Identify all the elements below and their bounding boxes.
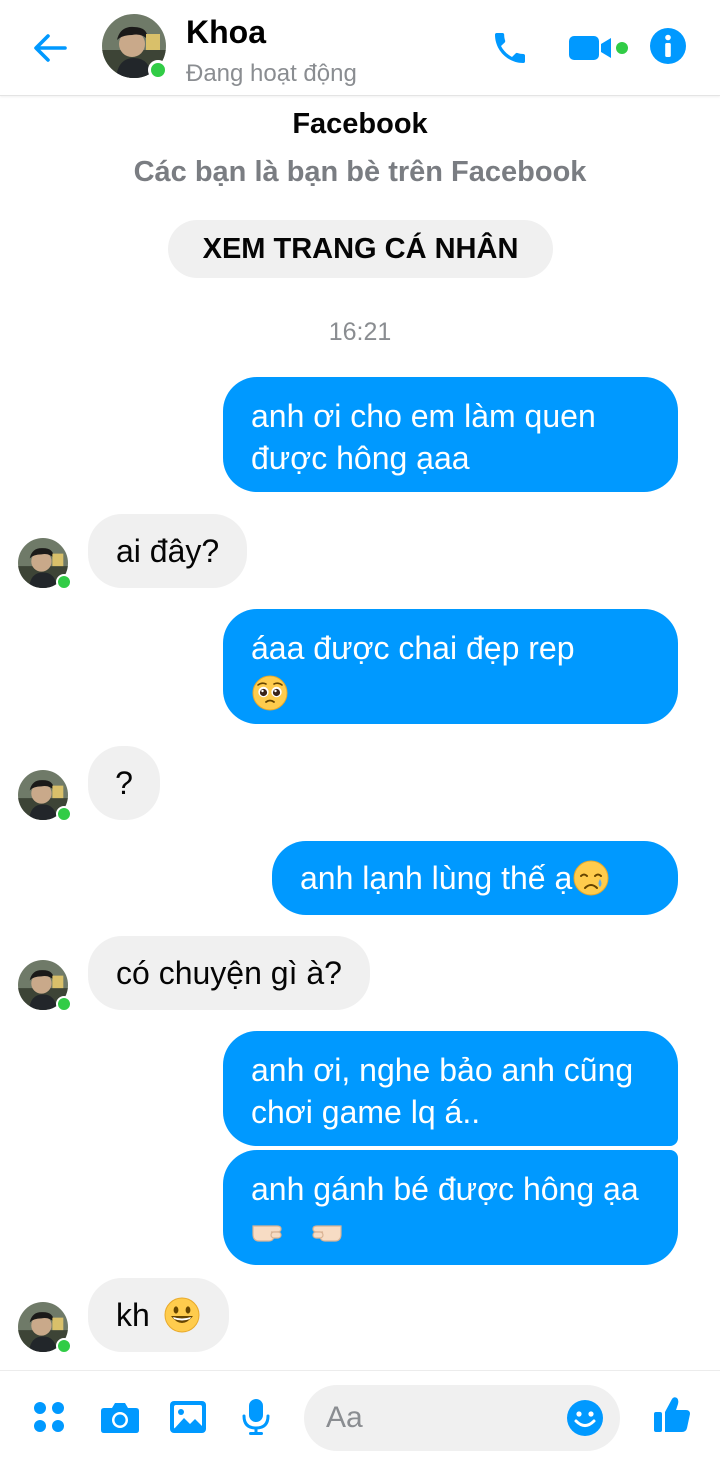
- message-text: ai đây?: [116, 533, 220, 569]
- four-dots-icon: [34, 1402, 64, 1432]
- messenger-chat-screen: Khoa Đang hoạt động Facebook Các bạn là …: [0, 0, 720, 1461]
- online-indicator: [56, 806, 72, 822]
- gallery-button[interactable]: [164, 1393, 212, 1441]
- online-indicator: [56, 574, 72, 590]
- message-text: anh gánh bé được hông ạa: [251, 1171, 639, 1207]
- view-profile-button[interactable]: XEM TRANG CÁ NHÂN: [168, 220, 553, 278]
- message-text: kh: [116, 1297, 150, 1333]
- arrow-left-icon: [34, 34, 67, 62]
- voice-record-button[interactable]: [232, 1393, 280, 1441]
- message-text: anh ơi cho em làm quen được hông ạaa: [251, 398, 596, 476]
- online-indicator: [56, 1338, 72, 1354]
- contact-name[interactable]: Khoa: [186, 14, 266, 51]
- message-text: anh ơi, nghe bảo anh cũng chơi game lq á…: [251, 1052, 634, 1130]
- message-bubble-incoming[interactable]: kh: [88, 1278, 229, 1352]
- image-icon: [170, 1401, 206, 1433]
- online-indicator: [148, 60, 168, 80]
- pleading-face-emoji-icon: [252, 675, 288, 711]
- message-text: áaa được chai đẹp rep: [251, 630, 575, 666]
- message-bubble-incoming[interactable]: ai đây?: [88, 514, 248, 588]
- phone-icon: [495, 33, 525, 63]
- intro-subtitle: Các bạn là bạn bè trên Facebook: [133, 156, 587, 188]
- message-bubble-incoming[interactable]: có chuyện gì à?: [88, 936, 370, 1010]
- message-bubble-outgoing[interactable]: anh ơi, nghe bảo anh cũng chơi game lq á…: [223, 1031, 678, 1146]
- thumbs-up-icon: [654, 1397, 690, 1432]
- message-bubble-incoming[interactable]: ?: [88, 746, 160, 820]
- crying-face-emoji-icon: [573, 860, 609, 896]
- message-bubble-outgoing[interactable]: anh ơi cho em làm quen được hông ạaa: [223, 377, 678, 492]
- sender-avatar[interactable]: [18, 960, 72, 1012]
- emoji-picker-icon[interactable]: [566, 1399, 604, 1437]
- sender-avatar[interactable]: [18, 1302, 72, 1354]
- message-composer: [0, 1370, 720, 1461]
- back-button[interactable]: [28, 26, 72, 70]
- info-icon: [650, 28, 686, 64]
- contact-avatar[interactable]: [102, 14, 168, 80]
- message-timestamp: 16:21: [328, 318, 392, 346]
- sender-avatar[interactable]: [18, 538, 72, 590]
- message-input-container: [304, 1385, 620, 1451]
- camera-icon: [101, 1403, 139, 1433]
- more-actions-button[interactable]: [25, 1393, 73, 1441]
- grinning-face-emoji-icon: [164, 1297, 200, 1333]
- active-status: Đang hoạt động: [186, 60, 357, 87]
- video-camera-icon: [569, 36, 628, 60]
- conversation-info-button[interactable]: [646, 24, 690, 68]
- message-input[interactable]: [326, 1395, 546, 1441]
- sender-avatar[interactable]: [18, 770, 72, 822]
- chat-header: Khoa Đang hoạt động: [0, 0, 720, 96]
- intro-title: Facebook: [292, 108, 428, 140]
- message-text: anh lạnh lùng thế ạ: [300, 860, 573, 896]
- message-bubble-outgoing[interactable]: áaa được chai đẹp rep: [223, 609, 678, 724]
- message-bubble-outgoing[interactable]: anh lạnh lùng thế ạ: [272, 841, 678, 915]
- camera-button[interactable]: [96, 1393, 144, 1441]
- voice-call-button[interactable]: [486, 24, 534, 72]
- message-text: ?: [115, 765, 133, 801]
- microphone-icon: [242, 1399, 270, 1435]
- online-indicator: [56, 996, 72, 1012]
- like-button[interactable]: [648, 1391, 696, 1439]
- pointing-fingers-emoji-icon: [252, 1224, 342, 1242]
- message-text: có chuyện gì à?: [116, 955, 342, 991]
- message-bubble-outgoing[interactable]: anh gánh bé được hông ạa: [223, 1150, 678, 1265]
- video-call-button[interactable]: [566, 24, 632, 72]
